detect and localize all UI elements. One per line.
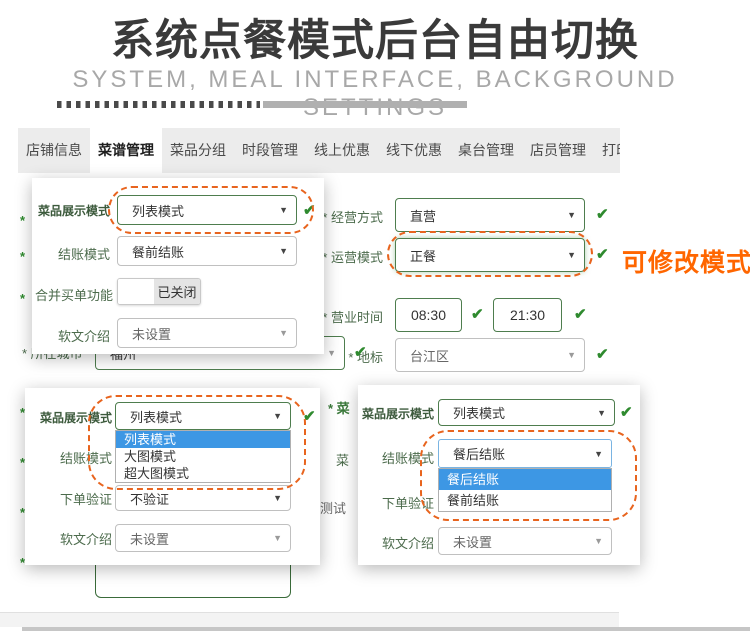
check-icon: ✔ xyxy=(303,201,316,219)
page-subtitle: SYSTEM, MEAL INTERFACE, BACKGROUND SETTI… xyxy=(0,66,750,122)
dropdown-arrow-icon: ▼ xyxy=(273,493,282,503)
tab-menu-management[interactable]: 菜谱管理 xyxy=(90,128,162,173)
tab-offline-discount[interactable]: 线下优惠 xyxy=(378,128,450,173)
divider-dotted xyxy=(57,101,260,108)
dropdown-arrow-icon: ▼ xyxy=(273,411,282,421)
checkout-mode-select[interactable]: 餐后结账 ▼ xyxy=(438,439,612,468)
display-mode-select[interactable]: 列表模式 ▼ xyxy=(115,402,291,430)
soft-intro-select[interactable]: 未设置 ▼ xyxy=(438,527,612,555)
dropdown-arrow-icon: ▼ xyxy=(567,350,576,360)
checkout-mode-select[interactable]: 餐前结账 ▼ xyxy=(117,236,297,266)
operation-mode-select[interactable]: 正餐 ▼ xyxy=(395,238,585,272)
tab-print-settings[interactable]: 打印设置 xyxy=(594,128,620,173)
order-verify-select[interactable]: 不验证 ▼ xyxy=(115,485,291,511)
display-mode-value: 列表模式 xyxy=(132,201,184,220)
business-mode-value: 直营 xyxy=(410,206,436,225)
divider-solid xyxy=(263,101,467,108)
merge-bill-toggle[interactable]: 已关闭 xyxy=(117,278,201,305)
tab-bar: 店铺信息 菜谱管理 菜品分组 时段管理 线上优惠 线下优惠 桌台管理 店员管理 … xyxy=(18,128,620,173)
option-before-meal-checkout[interactable]: 餐前结账 xyxy=(439,490,611,511)
dropdown-arrow-icon: ▼ xyxy=(279,205,288,215)
page: 系统点餐模式后台自由切换 SYSTEM, MEAL INTERFACE, BAC… xyxy=(0,0,750,631)
dropdown-arrow-icon: ▼ xyxy=(594,536,603,546)
checkout-mode-label: 结账模式 xyxy=(35,244,110,263)
dropdown-arrow-icon: ▼ xyxy=(567,210,576,220)
tab-staff-management[interactable]: 店员管理 xyxy=(522,128,594,173)
soft-intro-value: 未设置 xyxy=(130,529,169,548)
tab-online-discount[interactable]: 线上优惠 xyxy=(306,128,378,173)
check-icon: ✔ xyxy=(471,305,484,323)
required-asterisk: * xyxy=(20,249,25,264)
check-icon: ✔ xyxy=(596,205,609,223)
operation-mode-value: 正餐 xyxy=(410,246,436,265)
order-verify-label: 下单验证 xyxy=(28,489,112,508)
dropdown-arrow-icon: ▼ xyxy=(594,449,603,459)
soft-intro-value: 未设置 xyxy=(453,532,492,551)
menu-label-fragment: 菜 xyxy=(336,450,349,469)
dropdown-arrow-icon: ▼ xyxy=(597,408,606,418)
close-time-input[interactable]: 21:30 xyxy=(493,298,562,332)
merge-bill-label: 合并买单功能 xyxy=(35,285,110,304)
display-mode-value: 列表模式 xyxy=(453,403,505,422)
order-verify-value: 不验证 xyxy=(130,489,169,508)
required-asterisk: * xyxy=(20,213,25,228)
checkout-mode-label: 结账模式 xyxy=(28,448,112,467)
open-time-input[interactable]: 08:30 xyxy=(395,298,462,332)
tab-table-management[interactable]: 桌台管理 xyxy=(450,128,522,173)
menu-label-fragment: * 菜 xyxy=(328,398,350,417)
soft-intro-select[interactable]: 未设置 ▼ xyxy=(117,318,297,348)
dropdown-arrow-icon: ▼ xyxy=(279,328,288,338)
tab-dish-grouping[interactable]: 菜品分组 xyxy=(162,128,234,173)
business-mode-select[interactable]: 直营 ▼ xyxy=(395,198,585,232)
page-title: 系统点餐模式后台自由切换 xyxy=(0,6,750,68)
check-icon: ✔ xyxy=(596,245,609,263)
soft-intro-label: 软文介绍 xyxy=(28,529,112,548)
dropdown-arrow-icon: ▼ xyxy=(273,533,282,543)
toggle-state-label: 已关闭 xyxy=(154,279,200,304)
checkout-mode-option-list: 餐后结账 餐前结账 xyxy=(438,468,612,512)
soft-intro-label: 软文介绍 xyxy=(360,533,434,552)
soft-intro-select[interactable]: 未设置 ▼ xyxy=(115,524,291,552)
tab-time-management[interactable]: 时段管理 xyxy=(234,128,306,173)
landmark-value: 台江区 xyxy=(410,346,449,365)
display-mode-select[interactable]: 列表模式 ▼ xyxy=(117,195,297,225)
soft-intro-value: 未设置 xyxy=(132,324,171,343)
dropdown-arrow-icon: ▼ xyxy=(279,246,288,256)
checkout-mode-value: 餐后结账 xyxy=(453,444,505,463)
panel-display-mode-open: 菜品展示模式 列表模式 ▼ ✔ 列表模式 大图模式 超大图模式 结账模式 下单验… xyxy=(25,388,320,565)
display-mode-label: 菜品展示模式 xyxy=(360,405,434,422)
check-icon: ✔ xyxy=(620,403,633,421)
check-icon: ✔ xyxy=(354,343,367,361)
display-mode-option-list: 列表模式 大图模式 超大图模式 xyxy=(115,430,291,483)
check-icon: ✔ xyxy=(596,345,609,363)
required-asterisk: * xyxy=(20,291,25,306)
checkout-mode-value: 餐前结账 xyxy=(132,242,184,261)
test-value-fragment: 测试 xyxy=(320,498,346,517)
check-icon: ✔ xyxy=(303,407,316,425)
display-mode-value: 列表模式 xyxy=(130,407,182,426)
soft-intro-label: 软文介绍 xyxy=(35,326,110,345)
display-mode-label: 菜品展示模式 xyxy=(35,202,110,219)
bottom-divider xyxy=(22,627,750,631)
panel-display-mode: 菜品展示模式 列表模式 ▼ ✔ 结账模式 餐前结账 ▼ 合并买单功能 已关闭 软… xyxy=(32,178,324,354)
annotation-callout: 可修改模式 xyxy=(622,243,750,279)
order-verify-label: 下单验证 xyxy=(360,493,434,512)
display-mode-label: 菜品展示模式 xyxy=(28,409,112,426)
tab-shop-info[interactable]: 店铺信息 xyxy=(18,128,90,173)
widget-footer xyxy=(0,612,619,627)
landmark-select[interactable]: 台江区 ▼ xyxy=(395,338,585,372)
option-big-image-mode[interactable]: 大图模式 xyxy=(116,448,290,465)
checkout-mode-label: 结账模式 xyxy=(360,448,434,467)
panel-checkout-mode-open: 菜品展示模式 列表模式 ▼ ✔ 结账模式 餐后结账 ▼ 餐后结账 餐前结账 下单… xyxy=(358,385,640,565)
option-after-meal-checkout[interactable]: 餐后结账 xyxy=(439,469,611,490)
check-icon: ✔ xyxy=(574,305,587,323)
toggle-knob xyxy=(118,279,154,304)
dropdown-arrow-icon: ▼ xyxy=(567,250,576,260)
display-mode-select[interactable]: 列表模式 ▼ xyxy=(438,399,615,426)
dropdown-arrow-icon: ▼ xyxy=(327,348,336,358)
option-extra-large-image-mode[interactable]: 超大图模式 xyxy=(116,465,290,482)
option-list-mode[interactable]: 列表模式 xyxy=(116,431,290,448)
